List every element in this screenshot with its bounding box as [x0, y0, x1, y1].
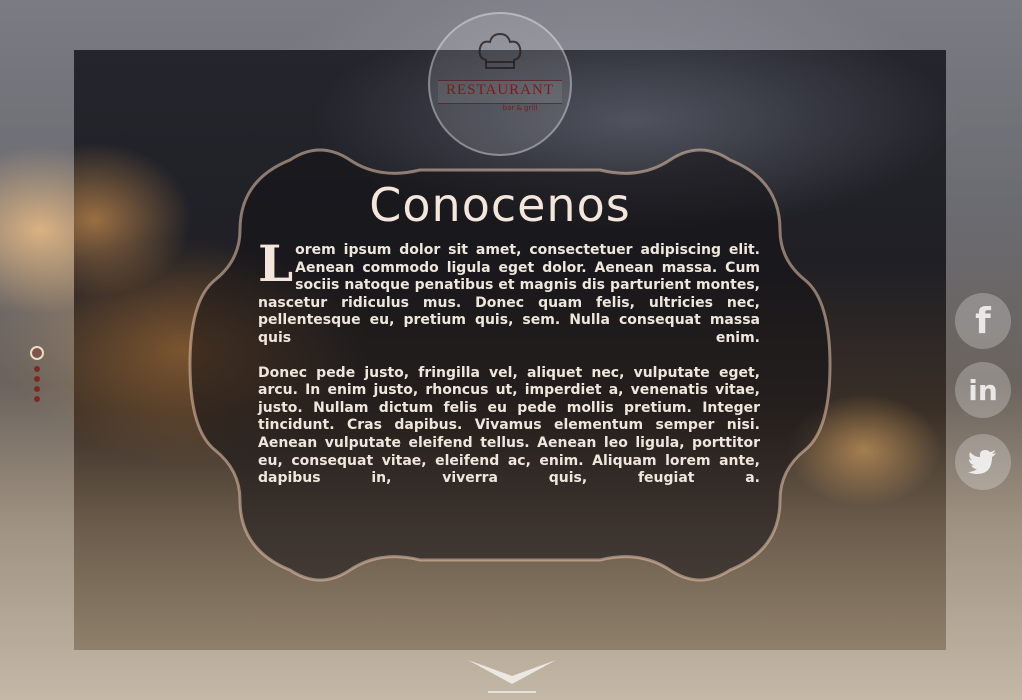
page-dot-active[interactable] [30, 346, 44, 360]
paragraph-1: Lorem ipsum dolor sit amet, consectetuer… [258, 234, 760, 348]
facebook-button[interactable]: f [955, 293, 1011, 349]
drop-cap: L [258, 234, 294, 293]
linkedin-button[interactable]: in [955, 362, 1011, 418]
twitter-icon [968, 450, 996, 474]
page-dot[interactable] [34, 366, 40, 372]
linkedin-icon: in [968, 373, 998, 407]
paragraph-1-text: orem ipsum dolor sit amet, consectetuer … [258, 242, 760, 346]
page-dot[interactable] [34, 386, 40, 392]
chef-hat-icon [478, 32, 522, 69]
logo-title: RESTAURANT [446, 82, 554, 98]
section-body: Lorem ipsum dolor sit amet, consectetuer… [258, 234, 760, 488]
twitter-button[interactable] [955, 434, 1011, 490]
paragraph-2: Donec pede justo, fringilla vel, aliquet… [258, 364, 760, 487]
logo-subtitle: bar & grill [502, 104, 538, 112]
restaurant-logo[interactable]: RESTAURANT bar & grill [428, 12, 572, 156]
page-dot[interactable] [34, 396, 40, 402]
page-dot[interactable] [34, 376, 40, 382]
section-heading: Conocenos [369, 178, 631, 232]
page-indicator [30, 346, 46, 416]
scroll-down-arrow[interactable] [466, 656, 558, 696]
facebook-icon: f [975, 300, 991, 342]
